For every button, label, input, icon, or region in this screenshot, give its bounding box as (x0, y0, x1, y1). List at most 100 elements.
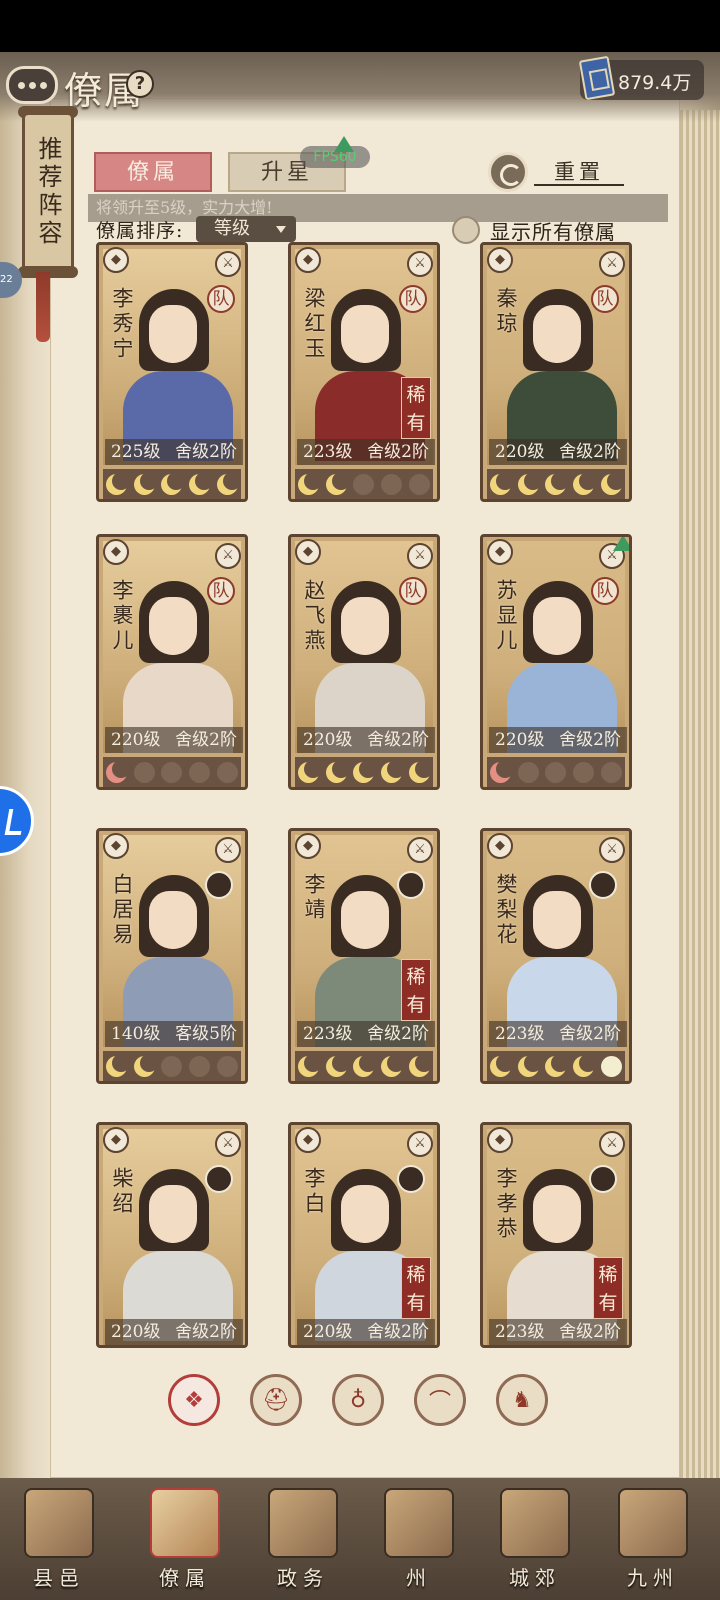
nav-building-icon (150, 1488, 220, 1558)
chat-icon[interactable] (6, 66, 58, 104)
rare-badge: 稀有 (401, 1257, 431, 1319)
moon-star-icon (545, 761, 567, 783)
character-level: 225级 (111, 442, 161, 462)
subordinate-card[interactable]: 李裹儿 ◆ ⚔ 队 220级 舍级2阶 (96, 534, 248, 790)
nav-item[interactable]: 九州 (598, 1478, 708, 1600)
nav-label: 僚属 (159, 1566, 211, 1590)
character-face (149, 1185, 197, 1243)
subordinate-card[interactable]: 李孝恭 ◆ ⚔ 稀有 223级 舍级2阶 (480, 1122, 632, 1348)
nav-label: 九州 (627, 1566, 679, 1590)
character-level: 223级 (303, 442, 353, 462)
partner-avatar (397, 871, 425, 899)
character-name: 白居易 (110, 873, 134, 948)
reset-icon[interactable] (488, 152, 528, 192)
level-bar: 220级 舍级2阶 (297, 1319, 435, 1345)
class-emblem-icon: ◆ (295, 1127, 321, 1153)
star-row (487, 757, 625, 787)
help-icon[interactable]: ? (126, 70, 154, 98)
character-level: 220级 (495, 730, 545, 750)
moon-star-icon (353, 1053, 378, 1077)
character-rank: 舍级2阶 (175, 442, 237, 462)
weapon-icon: ⚔ (215, 837, 241, 863)
character-face (149, 891, 197, 949)
class-emblem-icon: ◆ (103, 247, 129, 273)
character-level: 220级 (495, 442, 545, 462)
subordinate-card[interactable]: 苏显儿 ◆ ⚔ 队 220级 舍级2阶 (480, 534, 632, 790)
moon-star-icon (325, 759, 350, 783)
partner-avatar (205, 871, 233, 899)
character-rank: 舍级2阶 (559, 1024, 621, 1044)
level-bar: 220级 舍级2阶 (489, 727, 627, 753)
character-face (533, 305, 581, 363)
star-row (103, 757, 241, 787)
recommend-lineup-label: 推荐阵容 (34, 136, 62, 248)
nav-item[interactable]: 僚属 (130, 1478, 240, 1600)
character-rank: 舍级2阶 (367, 730, 429, 750)
level-bar: 223级 舍级2阶 (297, 1021, 435, 1047)
class-emblem-icon: ◆ (103, 833, 129, 859)
subordinate-card[interactable]: 赵飞燕 ◆ ⚔ 队 220级 舍级2阶 (288, 534, 440, 790)
upgrade-arrow-icon (334, 136, 354, 152)
weapon-icon: ⚔ (599, 1131, 625, 1157)
moon-star-icon (573, 1053, 598, 1077)
subordinate-card[interactable]: 秦琼 ◆ ⚔ 队 220级 舍级2阶 (480, 242, 632, 502)
star-row (103, 469, 241, 499)
subordinate-card[interactable]: 李秀宁 ◆ ⚔ 队 225级 舍级2阶 (96, 242, 248, 502)
character-level: 220级 (111, 730, 161, 750)
helmet-filter-button[interactable]: ⛑ (250, 1374, 302, 1426)
star-row (295, 469, 433, 499)
character-name: 赵飞燕 (302, 579, 326, 654)
lion-filter-button[interactable]: ♞ (496, 1374, 548, 1426)
character-face (341, 1185, 389, 1243)
partner-avatar (397, 1165, 425, 1193)
subordinate-card[interactable]: 李白 ◆ ⚔ 稀有 220级 舍级2阶 (288, 1122, 440, 1348)
nav-item[interactable]: 城郊 (480, 1478, 590, 1600)
star-row (487, 469, 625, 499)
currency-value: 879.4万 (618, 72, 692, 94)
nav-item[interactable]: 县邑 (4, 1478, 114, 1600)
moon-star-icon (573, 761, 595, 783)
subordinate-card[interactable]: 樊梨花 ◆ ⚔ 223级 舍级2阶 (480, 828, 632, 1084)
character-name: 苏显儿 (494, 579, 518, 654)
subordinate-grid: 李秀宁 ◆ ⚔ 队 225级 舍级2阶 梁红玉 ◆ ⚔ 队稀有 223级 舍级2阶 秦琼 ◆ ⚔ 队 220级舍… (96, 238, 636, 1358)
nav-label: 城郊 (509, 1566, 561, 1590)
reset-button[interactable]: 重置 (534, 156, 624, 186)
team-badge-icon: 队 (207, 577, 235, 605)
class-emblem-icon: ◆ (295, 247, 321, 273)
recommend-lineup-button[interactable]: 推荐阵容 (22, 112, 74, 272)
weapon-icon: ⚔ (407, 543, 433, 569)
character-name: 樊梨花 (494, 873, 518, 948)
moon-star-icon (161, 761, 183, 783)
character-rank: 舍级2阶 (367, 1024, 429, 1044)
fan-filter-button[interactable]: ⌒ (414, 1374, 466, 1426)
moon-star-icon (106, 471, 131, 495)
subordinate-card[interactable]: 梁红玉 ◆ ⚔ 队稀有 223级 舍级2阶 (288, 242, 440, 502)
subordinate-card[interactable]: 李靖 ◆ ⚔ 稀有 223级 舍级2阶 (288, 828, 440, 1084)
gourd-filter-button[interactable]: ♁ (332, 1374, 384, 1426)
tassel-decoration (36, 272, 50, 342)
character-rank: 舍级2阶 (175, 1322, 237, 1342)
subordinate-card[interactable]: 白居易 ◆ ⚔ 140级 客级5阶 (96, 828, 248, 1084)
class-emblem-icon: ◆ (487, 833, 513, 859)
class-emblem-icon: ◆ (103, 1127, 129, 1153)
weapon-icon: ⚔ (215, 251, 241, 277)
moon-star-icon (106, 1053, 131, 1077)
nav-item[interactable]: 州 (364, 1478, 474, 1600)
class-emblem-icon: ◆ (487, 247, 513, 273)
moon-star-icon (325, 471, 350, 495)
nav-label: 政务 (277, 1566, 329, 1590)
nav-building-icon (268, 1488, 338, 1558)
diamond-filter-button[interactable]: ❖ (168, 1374, 220, 1426)
level-bar: 220级 舍级2阶 (489, 439, 627, 465)
level-bar: 225级 舍级2阶 (105, 439, 243, 465)
nav-building-icon (384, 1488, 454, 1558)
subordinate-card[interactable]: 柴绍 ◆ ⚔ 220级 舍级2阶 (96, 1122, 248, 1348)
weapon-icon: ⚔ (599, 251, 625, 277)
team-badge-icon: 队 (591, 577, 619, 605)
nav-item[interactable]: 政务 (248, 1478, 358, 1600)
team-badge-icon: 队 (591, 285, 619, 313)
lion-icon: ♞ (512, 1387, 532, 1413)
class-emblem-icon: ◆ (487, 1127, 513, 1153)
tab-subordinates[interactable]: 僚属 (94, 152, 212, 192)
nav-label: 州 (406, 1566, 432, 1590)
